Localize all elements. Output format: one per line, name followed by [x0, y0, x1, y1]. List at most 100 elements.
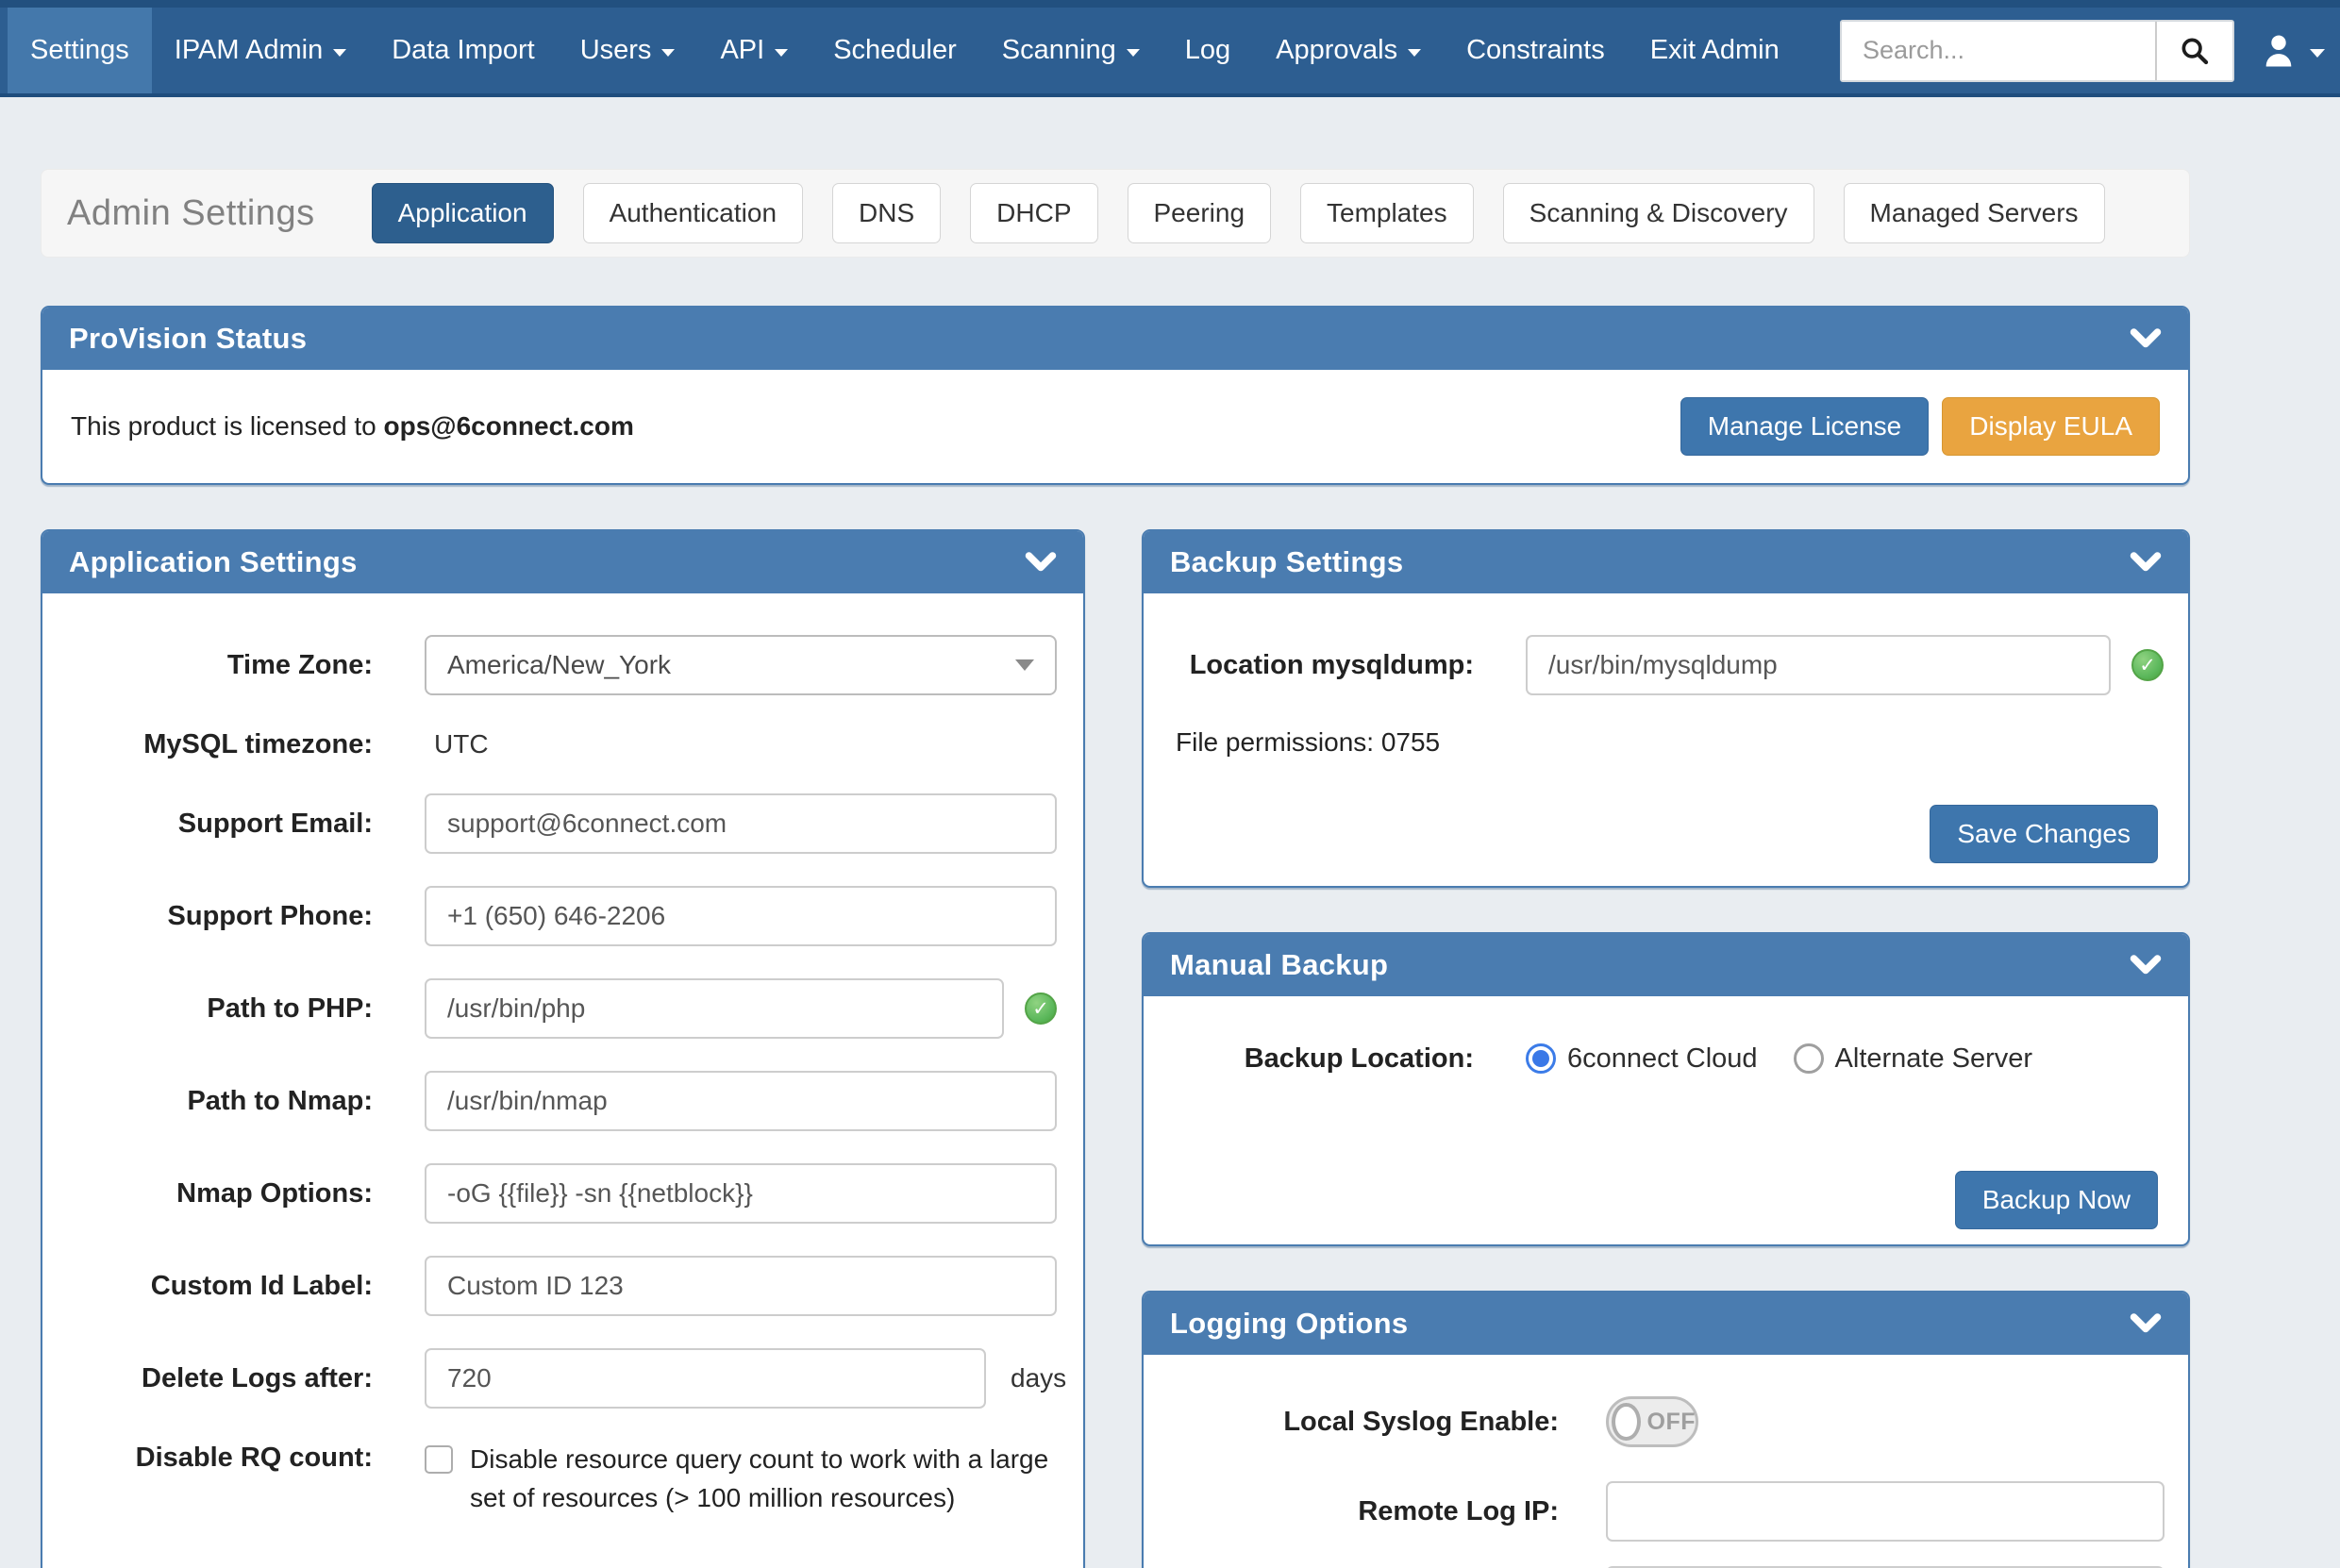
backup-location-options: 6connect Cloud Alternate Server	[1526, 1043, 2032, 1075]
save-row: Save Changes	[1144, 805, 2188, 863]
field-label: Path to Nmap:	[42, 1084, 373, 1118]
tab-managed-servers[interactable]: Managed Servers	[1844, 183, 2105, 243]
field-label: Support Email:	[42, 807, 373, 841]
caret-down-icon	[1127, 49, 1140, 57]
manage-license-button[interactable]: Manage License	[1680, 397, 1929, 456]
provision-status-panel: ProVision Status This product is license…	[41, 306, 2190, 485]
mysql-timezone-value: UTC	[425, 729, 489, 759]
provision-status-header: ProVision Status	[42, 308, 2188, 370]
chevron-down-icon	[2130, 328, 2162, 350]
manual-backup-panel: Manual Backup Backup Location:	[1142, 932, 2190, 1246]
custom-id-field[interactable]	[425, 1256, 1057, 1316]
path-php-field[interactable]	[425, 978, 1004, 1039]
mysqldump-location-field[interactable]	[1526, 635, 2111, 695]
timezone-selected-value: America/New_York	[447, 650, 671, 680]
nmap-options-field[interactable]	[425, 1163, 1057, 1224]
field-label: Delete Logs after:	[42, 1361, 373, 1395]
search-button[interactable]	[2155, 22, 2232, 80]
logging-options-header: Logging Options	[1144, 1293, 2188, 1355]
license-row: This product is licensed to ops@6connect…	[42, 370, 2188, 483]
tab-dns[interactable]: DNS	[832, 183, 941, 243]
radio-6connect-cloud[interactable]: 6connect Cloud	[1526, 1043, 1758, 1075]
field-label: Disable RQ count:	[42, 1441, 373, 1475]
syslog-toggle[interactable]: OFF	[1606, 1396, 1698, 1447]
radio-label: 6connect Cloud	[1567, 1043, 1758, 1075]
support-email-field[interactable]	[425, 793, 1057, 854]
remote-log-ip-field[interactable]	[1606, 1481, 2164, 1542]
delete-logs-field[interactable]	[425, 1348, 986, 1409]
path-php-row: Path to PHP: ✓	[42, 978, 1083, 1039]
search-input[interactable]	[1842, 22, 2155, 80]
field-label: Custom Id Label:	[42, 1269, 373, 1303]
nav-approvals[interactable]: Approvals	[1253, 8, 1444, 93]
nav-exit-admin[interactable]: Exit Admin	[1628, 8, 1802, 93]
nav-label: Scanning	[1002, 35, 1116, 66]
chevron-down-icon	[2130, 955, 2162, 976]
application-settings-header: Application Settings	[42, 531, 1083, 593]
save-changes-button[interactable]: Save Changes	[1930, 805, 2158, 863]
tab-scanning-discovery[interactable]: Scanning & Discovery	[1503, 183, 1814, 243]
backup-now-row: Backup Now	[1144, 1171, 2188, 1229]
nav-label: Settings	[30, 35, 129, 66]
nav-ipam-admin[interactable]: IPAM Admin	[152, 8, 369, 93]
nav-label: API	[720, 35, 764, 66]
backup-location-row: Backup Location: 6connect Cloud Alternat…	[1144, 1042, 2188, 1076]
panel-title: Manual Backup	[1170, 948, 1388, 982]
user-icon	[2259, 31, 2298, 71]
tab-templates[interactable]: Templates	[1300, 183, 1474, 243]
custom-id-row: Custom Id Label:	[42, 1256, 1083, 1316]
search-group	[1840, 20, 2234, 82]
field-label: Path to PHP:	[42, 992, 373, 1026]
nav-constraints[interactable]: Constraints	[1444, 8, 1628, 93]
tab-dhcp[interactable]: DHCP	[970, 183, 1097, 243]
nav-settings[interactable]: Settings	[8, 8, 152, 93]
field-label: Support Phone:	[42, 899, 373, 933]
disable-rq-description: Disable resource query count to work wit…	[470, 1441, 1083, 1517]
caret-down-icon	[661, 49, 675, 57]
collapse-button[interactable]	[1025, 552, 1057, 574]
support-phone-field[interactable]	[425, 886, 1057, 946]
user-menu[interactable]	[2259, 31, 2325, 71]
nav-items: Settings IPAM Admin Data Import Users AP…	[8, 8, 1802, 93]
nav-label: Constraints	[1466, 35, 1605, 66]
nav-label: Data Import	[392, 35, 535, 66]
collapse-button[interactable]	[2130, 955, 2162, 976]
disable-rq-control: Disable resource query count to work wit…	[425, 1441, 1083, 1517]
caret-down-icon	[1408, 49, 1421, 57]
collapse-button[interactable]	[2130, 552, 2162, 574]
collapse-button[interactable]	[2130, 328, 2162, 350]
mysql-timezone-row: MySQL timezone: UTC	[42, 727, 1083, 761]
nav-data-import[interactable]: Data Import	[369, 8, 558, 93]
backup-now-button[interactable]: Backup Now	[1955, 1171, 2158, 1229]
tab-authentication[interactable]: Authentication	[583, 183, 803, 243]
manual-backup-body: Backup Location: 6connect Cloud Alternat…	[1144, 996, 2188, 1244]
license-text-prefix: This product is licensed to	[71, 411, 384, 441]
field-label: Local Syslog Enable:	[1144, 1405, 1559, 1439]
nav-log[interactable]: Log	[1162, 8, 1253, 93]
success-check-icon: ✓	[1025, 993, 1057, 1025]
radio-selected-icon	[1526, 1043, 1556, 1074]
nav-api[interactable]: API	[697, 8, 811, 93]
radio-alternate-server[interactable]: Alternate Server	[1794, 1043, 2033, 1075]
toggle-state-label: OFF	[1647, 1409, 1696, 1436]
caret-down-icon	[333, 49, 346, 57]
delete-logs-row: Delete Logs after: days	[42, 1348, 1083, 1409]
tab-peering[interactable]: Peering	[1128, 183, 1272, 243]
nav-scheduler[interactable]: Scheduler	[811, 8, 979, 93]
application-settings-body: Time Zone: America/New_York MySQL timezo…	[42, 593, 1083, 1517]
panel-title: Application Settings	[69, 545, 358, 579]
chevron-down-icon	[1025, 552, 1057, 574]
caret-down-icon	[2310, 49, 2325, 58]
nav-users[interactable]: Users	[558, 8, 698, 93]
display-eula-button[interactable]: Display EULA	[1942, 397, 2160, 456]
path-nmap-field[interactable]	[425, 1071, 1057, 1131]
tab-application[interactable]: Application	[372, 183, 554, 243]
timezone-select[interactable]: America/New_York	[425, 635, 1057, 695]
logging-options-body: Local Syslog Enable: OFF Remote Log IP:	[1144, 1355, 2188, 1568]
disable-rq-checkbox[interactable]	[425, 1445, 453, 1474]
collapse-button[interactable]	[2130, 1313, 2162, 1335]
field-label: Nmap Options:	[42, 1176, 373, 1210]
nav-scanning[interactable]: Scanning	[979, 8, 1162, 93]
panel-title: ProVision Status	[69, 322, 307, 356]
field-label: MySQL timezone:	[42, 727, 373, 761]
